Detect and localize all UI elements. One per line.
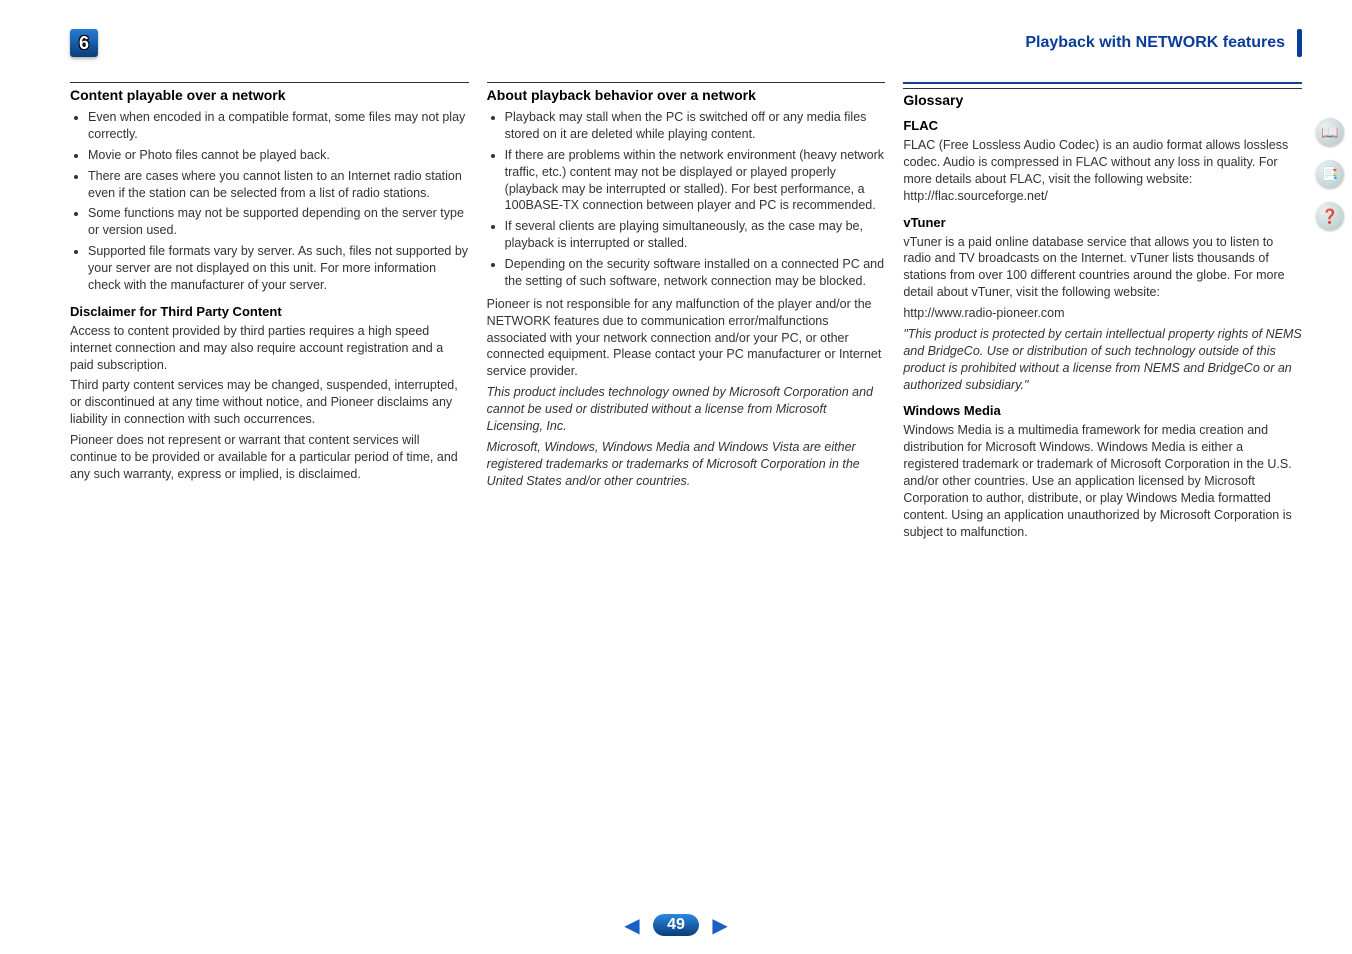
book-icon[interactable]: 📖 (1316, 118, 1344, 146)
list-item: Even when encoded in a compatible format… (88, 109, 469, 143)
page-header: 6 Playback with NETWORK features (70, 28, 1302, 58)
checklist-icon-glyph: 📑 (1321, 166, 1338, 183)
header-title: Playback with NETWORK features (1025, 34, 1291, 52)
sidebar-icon-column: 📖 📑 ❓ (1316, 118, 1344, 230)
glossary-body-vtuner: vTuner is a paid online database service… (903, 234, 1302, 302)
column-3: Glossary FLAC FLAC (Free Lossless Audio … (903, 82, 1302, 545)
glossary-url-vtuner: http://www.radio-pioneer.com (903, 305, 1302, 322)
microsoft-license-note: This product includes technology owned b… (487, 384, 886, 435)
section-rule (903, 82, 1302, 89)
list-item: Playback may stall when the PC is switch… (505, 109, 886, 143)
list-item: Movie or Photo files cannot be played ba… (88, 147, 469, 164)
checklist-icon[interactable]: 📑 (1316, 160, 1344, 188)
microsoft-trademark-note: Microsoft, Windows, Windows Media and Wi… (487, 439, 886, 490)
disclaimer-paragraph: Third party content services may be chan… (70, 377, 469, 428)
section-rule (487, 82, 886, 84)
chapter-number-badge: 6 (70, 29, 98, 57)
list-item: If several clients are playing simultane… (505, 218, 886, 252)
section-heading-playback-behavior: About playback behavior over a network (487, 87, 886, 103)
page-footer: ◀ 49 ▶ (0, 913, 1352, 938)
list-item: There are cases where you cannot listen … (88, 168, 469, 202)
disclaimer-paragraph: Pioneer does not represent or warrant th… (70, 432, 469, 483)
content-columns: Content playable over a network Even whe… (70, 82, 1302, 545)
glossary-body-flac: FLAC (Free Lossless Audio Codec) is an a… (903, 137, 1302, 205)
playback-behavior-list: Playback may stall when the PC is switch… (487, 109, 886, 290)
disclaimer-heading: Disclaimer for Third Party Content (70, 304, 469, 319)
help-icon[interactable]: ❓ (1316, 202, 1344, 230)
glossary-term-windows-media: Windows Media (903, 403, 1302, 418)
responsibility-paragraph: Pioneer is not responsible for any malfu… (487, 296, 886, 380)
glossary-note-vtuner: "This product is protected by certain in… (903, 326, 1302, 394)
prev-page-arrow[interactable]: ◀ (614, 915, 649, 937)
list-item: Depending on the security software insta… (505, 256, 886, 290)
glossary-term-vtuner: vTuner (903, 215, 1302, 230)
disclaimer-paragraph: Access to content provided by third part… (70, 323, 469, 374)
list-item: Some functions may not be supported depe… (88, 205, 469, 239)
content-playable-list: Even when encoded in a compatible format… (70, 109, 469, 294)
glossary-term-flac: FLAC (903, 118, 1302, 133)
section-heading-glossary: Glossary (903, 92, 1302, 108)
section-rule (70, 82, 469, 84)
header-title-wrap: Playback with NETWORK features (1025, 29, 1302, 57)
section-heading-content-playable: Content playable over a network (70, 87, 469, 103)
next-page-arrow[interactable]: ▶ (702, 915, 737, 937)
book-icon-glyph: 📖 (1321, 124, 1338, 141)
help-icon-glyph: ❓ (1321, 208, 1338, 225)
page-number-pill: 49 (653, 914, 699, 936)
list-item: Supported file formats vary by server. A… (88, 243, 469, 294)
column-1: Content playable over a network Even whe… (70, 82, 469, 545)
list-item: If there are problems within the network… (505, 147, 886, 215)
column-2: About playback behavior over a network P… (487, 82, 886, 545)
glossary-body-windows-media: Windows Media is a multimedia framework … (903, 422, 1302, 540)
